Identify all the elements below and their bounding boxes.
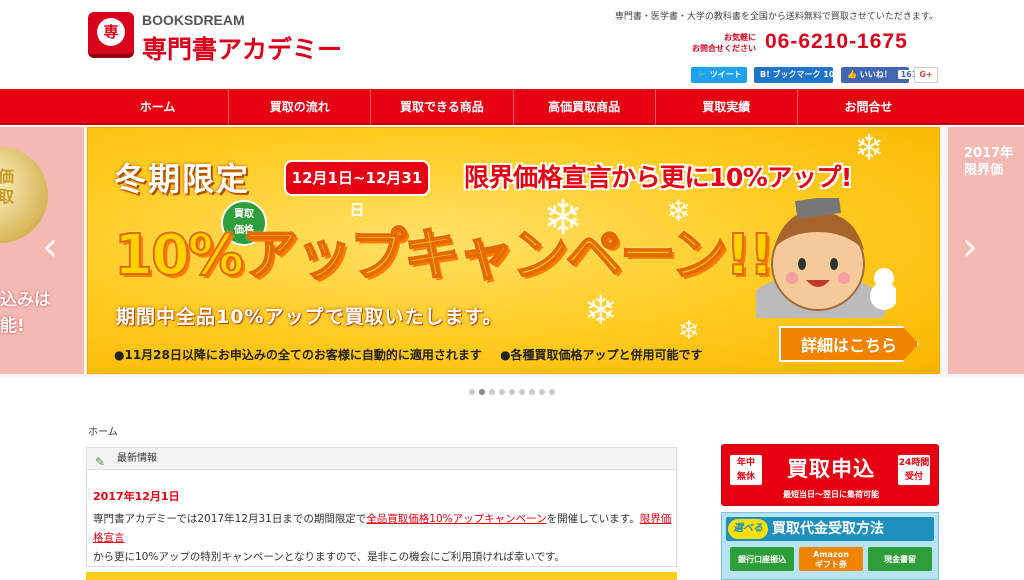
campaign-main-headline: 10%アップキャンペーン!! xyxy=(113,223,775,288)
nav-item-products[interactable]: 買取できる商品 xyxy=(370,89,512,125)
campaign-banner[interactable]: ❄ ❄ ❄ ❄ ❄ 冬期限定 12月1日~12月31日 限界価格宣言から更に10… xyxy=(87,127,940,374)
slider-dot[interactable] xyxy=(489,389,495,395)
thumbs-up-icon: 👍 xyxy=(847,70,857,79)
limit-price-headline: 限界価格宣言から更に10%アップ! xyxy=(464,163,852,192)
slider-dot[interactable] xyxy=(539,389,545,395)
hatena-label: B! ブックマーク 10 xyxy=(760,70,835,79)
nav-item-high-price[interactable]: 高価買取商品 xyxy=(512,89,655,125)
slider-prev-arrow-icon[interactable]: ‹ xyxy=(40,227,60,267)
payment-method-panel[interactable]: 選べる 買取代金受取方法 銀行口座振込 Amazon ギフト券 現金書留 xyxy=(721,512,939,580)
next-slide-text: 2017年 限界価 xyxy=(964,146,1014,178)
slider-dot[interactable] xyxy=(499,389,505,395)
slider-dot[interactable] xyxy=(549,389,555,395)
pickup-note: 最短当日～翌日に集荷可能 xyxy=(783,490,879,499)
campaign-detail-button[interactable]: 詳細はこちら xyxy=(779,326,919,362)
contact-label: お気軽に お問合せください xyxy=(692,33,756,53)
news-heading: 最新情報 xyxy=(117,453,157,464)
news-campaign-link[interactable]: 全品買取価格10%アップキャンペーン xyxy=(366,513,546,525)
purchase-apply-button[interactable]: 年中 無休 買取申込 24時間 受付 最短当日～翌日に集荷可能 xyxy=(721,444,939,506)
slider-next-arrow-icon[interactable]: › xyxy=(960,227,980,267)
slider-dot[interactable] xyxy=(469,389,475,395)
method-cash-registered[interactable]: 現金書留 xyxy=(868,547,932,571)
prev-slide-text: 込みは 能! xyxy=(0,290,51,336)
global-nav: ホーム 買取の流れ 買取できる商品 高価買取商品 買取実績 お問合せ xyxy=(0,89,1024,125)
google-plus-button[interactable]: G+ xyxy=(914,67,938,83)
news-text-after: から更に10%アップの特別キャンペーンとなりますので、是非この機会にご利用頂けれ… xyxy=(93,551,566,563)
purchase-apply-label: 買取申込 xyxy=(787,457,875,481)
campaign-note-2: ●各種買取価格アップと併用可能です xyxy=(500,348,703,362)
snowflake-icon: ❄ xyxy=(584,288,618,334)
hero-slider: 価 取 込みは 能! ❄ ❄ ❄ ❄ ❄ 冬期限定 12月1日~12月31日 限… xyxy=(0,127,1024,377)
method-bank-transfer[interactable]: 銀行口座振込 xyxy=(730,547,794,571)
news-body: 専門書アカデミーでは2017年12月31日までの期間限定で全品買取価格10%アッ… xyxy=(93,510,673,567)
snowflake-icon: ❄ xyxy=(678,316,700,346)
logo-icon[interactable]: 専 xyxy=(88,12,134,58)
phone-number[interactable]: 06-6210-1675 xyxy=(765,30,908,54)
facebook-like-label: いいね！ xyxy=(859,70,892,79)
news-date: 2017年12月1日 xyxy=(93,490,180,503)
news-text-mid: を開催しています。 xyxy=(546,513,640,525)
next-banner-strip xyxy=(86,572,677,580)
slider-pagination xyxy=(0,380,1024,395)
news-header: ✎ 最新情報 xyxy=(87,448,676,470)
pencil-icon: ✎ xyxy=(95,455,106,469)
news-panel: ✎ 最新情報 2017年12月1日 専門書アカデミーでは2017年12月31日ま… xyxy=(86,447,677,567)
mascot-illustration xyxy=(756,198,896,318)
open-all-year-tag: 年中 無休 xyxy=(730,455,762,485)
global-nav-list: ホーム 買取の流れ 買取できる商品 高価買取商品 買取実績 お問合せ xyxy=(87,89,939,125)
slider-dot[interactable] xyxy=(509,389,515,395)
site-logo-text[interactable]: 専門書アカデミー xyxy=(142,30,342,66)
snowflake-icon: ❄ xyxy=(854,128,885,169)
nav-item-flow[interactable]: 買取の流れ xyxy=(228,89,370,125)
payment-method-header: 選べる 買取代金受取方法 xyxy=(726,517,934,541)
medal-text: 価 取 xyxy=(0,167,15,206)
slider-dot[interactable] xyxy=(519,389,525,395)
hatena-bookmark-button[interactable]: B! ブックマーク 10 xyxy=(754,67,835,83)
site-header: 専 BOOKSDREAM 専門書アカデミー 専門書・医学書・大学の教科書を全国か… xyxy=(0,0,1024,89)
slider-dot[interactable] xyxy=(529,389,535,395)
slider-dot[interactable] xyxy=(479,389,485,395)
breadcrumb[interactable]: ホーム xyxy=(88,423,118,438)
campaign-note-1: ●11月28日以降にお申込みの全てのお客様に自動的に適用されます xyxy=(114,348,482,362)
payment-method-title: 買取代金受取方法 xyxy=(772,521,884,537)
header-tagline: 専門書・医学書・大学の教科書を全国から送料無料で買取させていただきます。 xyxy=(614,12,938,22)
method-amazon-gift[interactable]: Amazon ギフト券 xyxy=(799,547,863,571)
tweet-button[interactable]: 🐦 ツイート xyxy=(691,67,747,83)
brand-small-label[interactable]: BOOKSDREAM xyxy=(142,12,245,28)
news-text-before: 専門書アカデミーでは2017年12月31日までの期間限定で xyxy=(93,513,367,525)
24h-reception-tag: 24時間 受付 xyxy=(898,455,930,485)
logo-seal: 専 xyxy=(97,18,125,46)
nav-item-contact[interactable]: お問合せ xyxy=(796,89,939,125)
nav-item-home[interactable]: ホーム xyxy=(87,89,228,125)
tweet-label: ツイート xyxy=(709,70,742,79)
campaign-notes: ●11月28日以降にお申込みの全てのお客様に自動的に適用されます ●各種買取価格… xyxy=(114,346,717,363)
winter-limited-title: 冬期限定 xyxy=(114,160,251,198)
campaign-date-badge: 12月1日~12月31日 xyxy=(284,160,430,219)
twitter-icon: 🐦 xyxy=(697,70,707,79)
facebook-like-button[interactable]: 👍 いいね！ 161 xyxy=(841,67,921,83)
choose-badge: 選べる xyxy=(728,519,768,539)
campaign-sub-copy: 期間中全品10%アップで買取いたします。 xyxy=(116,306,503,328)
nav-item-results[interactable]: 買取実績 xyxy=(654,89,797,125)
